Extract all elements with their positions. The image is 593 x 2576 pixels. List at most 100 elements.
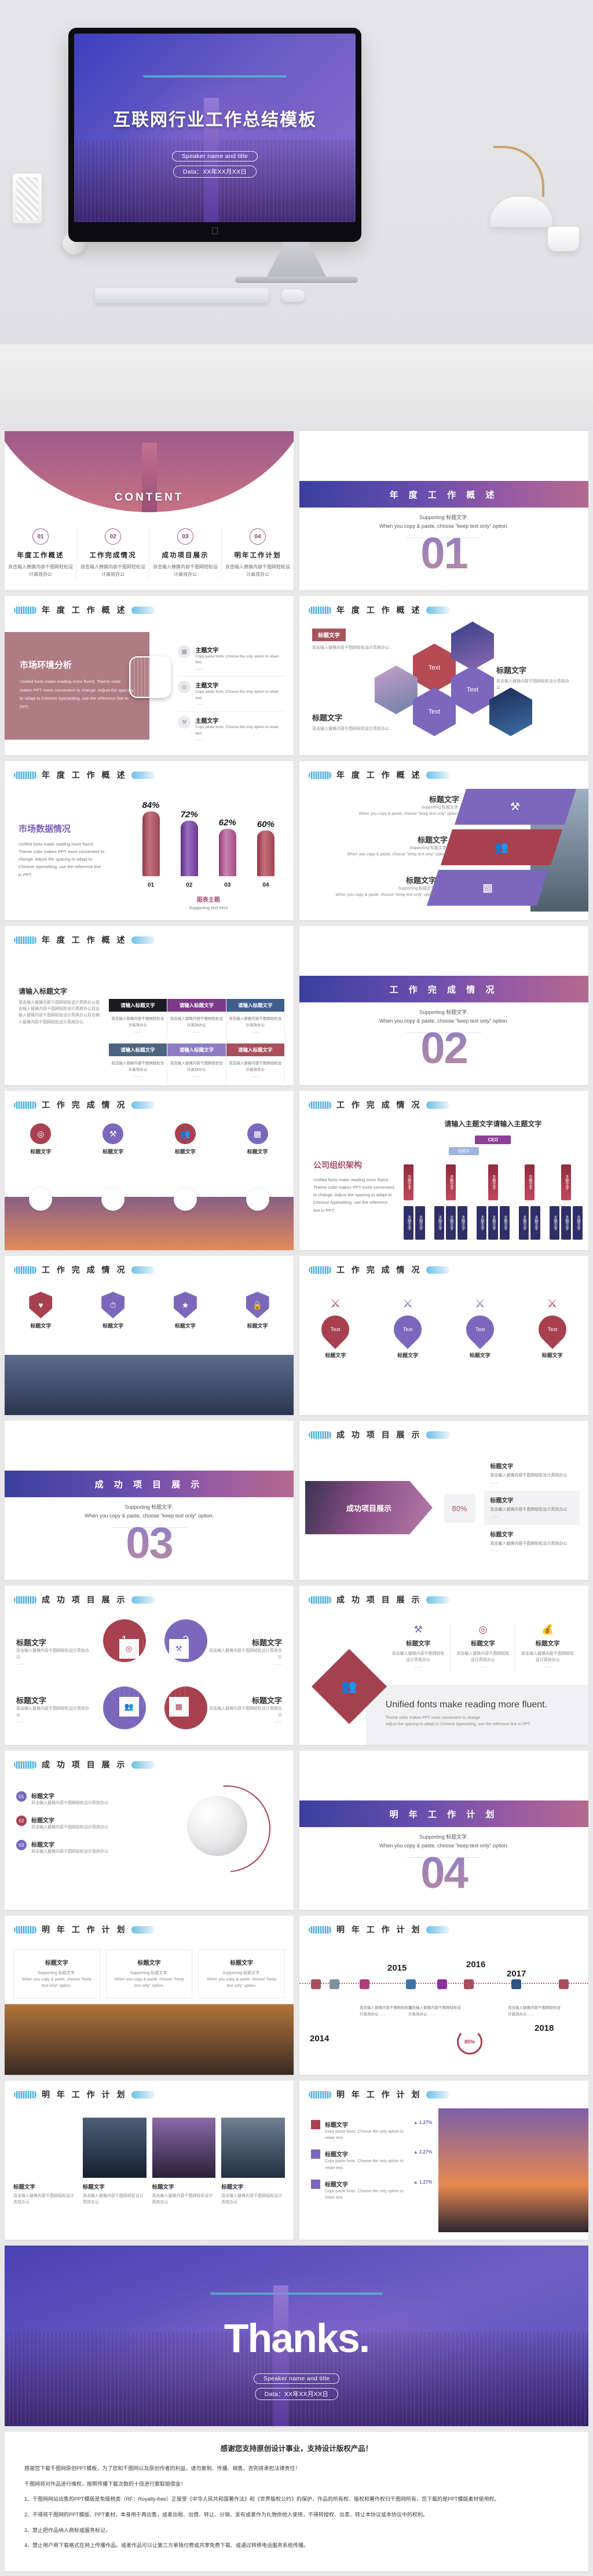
ribbon-left-icon	[14, 771, 37, 779]
parallelogram-shape[interactable]: ⚒	[454, 789, 577, 825]
org-ceo-node[interactable]: CEO	[475, 1136, 511, 1144]
org-leaf-node[interactable]: 主题文字	[445, 1206, 456, 1240]
kpi-item[interactable]: 标题文字 Copy paste fonts. Choose the only o…	[310, 2179, 433, 2201]
circle-card[interactable]: ◎ 标题文字	[5, 1123, 77, 1155]
photo-card[interactable]: 标题文字 双击输入替换内容千图网轻松设计高效办公	[152, 2118, 216, 2206]
org-leaf-node[interactable]: 主题文字	[403, 1206, 413, 1240]
diamond-column[interactable]: ⚒ 标题文字 双击输入替换内容千图网轻松设计高效办公 ……	[386, 1624, 451, 1670]
timeline-node[interactable]	[511, 1979, 521, 1989]
slide-shields[interactable]: 工 作 完 成 情 况 ♥ 标题文字 ⏱ 标题文字 ★ 标题文字 🔒 标题文字	[5, 1256, 294, 1415]
org-node[interactable]: 主题文字	[488, 1164, 498, 1200]
org-leaf-node[interactable]: 主题文字	[499, 1206, 510, 1240]
timeline-node[interactable]	[330, 1979, 339, 1989]
timeline-node[interactable]	[437, 1979, 447, 1989]
timeline-node[interactable]	[464, 1979, 474, 1989]
org-leaf-node[interactable]: 主题文字	[415, 1206, 425, 1240]
diamond-column[interactable]: ◎ 标题文字 双击输入替换内容千图网轻松设计高效办公 ……	[451, 1624, 516, 1670]
shield-card[interactable]: ⏱ 标题文字	[77, 1292, 149, 1329]
list-item[interactable]: ⚒ 主题文字 Copy paste fonts. Choose the only…	[178, 712, 285, 747]
list-item[interactable]: 02 标题文字 双击输入替换内容千图网轻松设计高效办公	[16, 1816, 138, 1831]
content-column[interactable]: 01 年度工作概述 双击输入替换内容千图网轻松设计高效办公	[5, 528, 77, 579]
parallelogram-shape[interactable]: ▩	[426, 870, 549, 906]
list-item[interactable]: 01 标题文字 双击输入替换内容千图网轻松设计高效办公	[16, 1791, 138, 1806]
kpi-item[interactable]: 标题文字 Copy paste fonts. Choose the only o…	[310, 2120, 433, 2141]
slide-pyramid[interactable]: 成 功 项 目 展 示 成功项目展示 80% 标题文字 双击输入替换内容千图网轻…	[299, 1421, 588, 1580]
org-leaf-node[interactable]: 主题文字	[573, 1206, 583, 1240]
photo-card[interactable]: 标题文字 双击输入替换内容千图网轻松设计高效办公	[221, 2118, 285, 2206]
slide-content[interactable]: CONTENT 01 年度工作概述 双击输入替换内容千图网轻松设计高效办公 02…	[5, 431, 294, 590]
circle-card[interactable]: ⚒ 标题文字	[77, 1123, 149, 1155]
slide-header: 工 作 完 成 情 况	[5, 1091, 294, 1111]
list-item[interactable]: ▩ 主题文字 Copy paste fonts. Choose the only…	[178, 641, 285, 677]
pin-card[interactable]: ⚔ Text 标题文字	[372, 1296, 444, 1359]
list-item[interactable]: 标题文字 双击输入替换内容千图网轻松设计高效办公 ……	[484, 1490, 580, 1525]
slide-quad-circles[interactable]: 成 功 项 目 展 示 标题文字 双击输入替换内容千图网轻松设计高效办公 …… …	[5, 1586, 294, 1745]
slide-thanks[interactable]: Thanks. Speaker name and title Data：XX年X…	[5, 2246, 588, 2426]
slide-parallelogram[interactable]: 年 度 工 作 概 述 ⚒ 👥 ▩ 标题文字 Supporting 标题文字. …	[299, 761, 588, 920]
list-item[interactable]: 03 标题文字 双击输入替换内容千图网轻松设计高效办公	[16, 1840, 138, 1855]
org-leaf-node[interactable]: 主题文字	[530, 1206, 540, 1240]
slide-kpi[interactable]: 明 年 工 作 计 划 标题文字 Copy paste fonts. Choos…	[299, 2081, 588, 2240]
slide-bar-chart[interactable]: 年 度 工 作 概 述 市场数据情况 Unified fonts make re…	[5, 761, 294, 920]
hexagon-text[interactable]: Text	[413, 644, 456, 692]
slide-divider-01[interactable]: 年 度 工 作 概 述 Supporting 标题文字. When you co…	[299, 431, 588, 590]
kpi-item[interactable]: 标题文字 Copy paste fonts. Choose the only o…	[310, 2149, 433, 2171]
slide-globe[interactable]: 成 功 项 目 展 示 01 标题文字 双击输入替换内容千图网轻松设计高效办公 …	[5, 1751, 294, 1910]
plan-card[interactable]: 标题文字 Supporting 标题文字. When you copy & pa…	[198, 1949, 285, 1998]
slide-photo-cards[interactable]: 明 年 工 作 计 划 标题文字 双击输入替换内容千图网轻松设计高效办公 标题文…	[5, 2081, 294, 2240]
org-node[interactable]: 主题文字	[561, 1164, 571, 1200]
chart-caption-sub: Supporting text here	[189, 905, 228, 910]
slide-table[interactable]: 年 度 工 作 概 述 请输入标题文字 双击输入替换内容千图网轻松设计高效办公双…	[5, 926, 294, 1085]
shield-card[interactable]: 🔒 标题文字	[221, 1292, 294, 1329]
org-leaf-node[interactable]: 主题文字	[518, 1206, 529, 1240]
content-column[interactable]: 04 明年工作计划 双击输入替换内容千图网轻松设计高效办公	[222, 528, 294, 579]
timeline-node[interactable]	[559, 1979, 569, 1989]
slide-plan-cards[interactable]: 明 年 工 作 计 划 标题文字 Supporting 标题文字. When y…	[5, 1916, 294, 2075]
org-leaf-node[interactable]: 主题文字	[488, 1206, 498, 1240]
org-leaf-node[interactable]: 主题文字	[476, 1206, 486, 1240]
content-column[interactable]: 02 工作完成情况 双击输入替换内容千图网轻松设计高效办公	[77, 528, 149, 579]
slide-divider-03[interactable]: 成 功 项 目 展 示 Supporting 标题文字. When you co…	[5, 1421, 294, 1580]
card-label: 标题文字	[325, 1353, 346, 1358]
org-node[interactable]: 主题文字	[445, 1164, 456, 1200]
timeline-node[interactable]	[360, 1979, 369, 1989]
org-leaf-node[interactable]: 主题文字	[561, 1206, 571, 1240]
slide-divider-02[interactable]: 工 作 完 成 情 况 Supporting 标题文字. When you co…	[299, 926, 588, 1085]
timeline-node[interactable]	[406, 1979, 416, 1989]
photo-card[interactable]: 标题文字 双击输入替换内容千图网轻松设计高效办公	[13, 2118, 77, 2206]
slide-diamond[interactable]: 成 功 项 目 展 示 ⚒ 标题文字 双击输入替换内容千图网轻松设计高效办公 ……	[299, 1586, 588, 1745]
card-label: 标题文字	[174, 1323, 196, 1329]
list-item[interactable]: 标题文字 双击输入替换内容千图网轻松设计高效办公 ……	[484, 1525, 580, 1559]
hexagon-text[interactable]: Text	[451, 666, 494, 714]
circle-card[interactable]: ▩ 标题文字	[221, 1123, 294, 1155]
shield-card[interactable]: ★ 标题文字	[149, 1292, 222, 1329]
shield-card[interactable]: ♥ 标题文字	[5, 1292, 77, 1329]
slide-org-chart[interactable]: 工 作 完 成 情 况 公司组织架构 Unified fonts make re…	[299, 1091, 588, 1250]
slide-circles[interactable]: 工 作 完 成 情 况 ◎ 标题文字 ⚒ 标题文字 👥 标题文字 ▩ 标题文字	[5, 1091, 294, 1250]
list-item[interactable]: ◎ 主题文字 Copy paste fonts. Choose the only…	[178, 677, 285, 712]
slide-market-analysis[interactable]: 年 度 工 作 概 述 市场环境分析 Unified fonts make re…	[5, 596, 294, 755]
org-gm-node[interactable]: 总经办	[448, 1147, 479, 1155]
org-leaf-node[interactable]: 主题文字	[457, 1206, 467, 1240]
org-leaf-node[interactable]: 主题文字	[434, 1206, 444, 1240]
org-leaf-node[interactable]: 主题文字	[550, 1206, 559, 1240]
org-node[interactable]: 主题文字	[403, 1164, 413, 1200]
list-item[interactable]: 标题文字 双击输入替换内容千图网轻松设计高效办公 ……	[484, 1457, 580, 1491]
plan-card[interactable]: 标题文字 Supporting 标题文字. When you copy & pa…	[105, 1949, 193, 1998]
circle-card[interactable]: 👥 标题文字	[149, 1123, 222, 1155]
pin-card[interactable]: ⚔ Text 标题文字	[444, 1296, 517, 1359]
slide-hexagon[interactable]: 年 度 工 作 概 述 标题文字 双击输入替换内容千图网轻松设计高效办公… Te…	[299, 596, 588, 755]
slide-timeline[interactable]: 明 年 工 作 计 划 2014 2015 2016 2017 2018 双击输…	[299, 1916, 588, 2075]
slide-divider-04[interactable]: 明 年 工 作 计 划 Supporting 标题文字. When you co…	[299, 1751, 588, 1910]
slide-pins[interactable]: 工 作 完 成 情 况 ⚔ Text 标题文字 ⚔ Text 标题文字 ⚔ Te…	[299, 1256, 588, 1415]
photo-card[interactable]: 标题文字 双击输入替换内容千图网轻松设计高效办公	[82, 2118, 147, 2206]
pin-card[interactable]: ⚔ Text 标题文字	[516, 1296, 588, 1359]
plan-card[interactable]: 标题文字 Supporting 标题文字. When you copy & pa…	[13, 1949, 100, 1998]
org-node[interactable]: 主题文字	[524, 1164, 535, 1200]
hexagon-text[interactable]: Text	[413, 688, 456, 736]
timeline-node[interactable]	[311, 1979, 321, 1989]
pin-card[interactable]: ⚔ Text 标题文字	[299, 1296, 372, 1359]
content-column[interactable]: 03 成功项目展示 双击输入替换内容千图网轻松设计高效办公	[149, 528, 222, 579]
diamond-column[interactable]: 💰 标题文字 双击输入替换内容千图网轻松设计高效办公 ……	[515, 1624, 580, 1670]
parallelogram-shape[interactable]: 👥	[440, 829, 563, 865]
